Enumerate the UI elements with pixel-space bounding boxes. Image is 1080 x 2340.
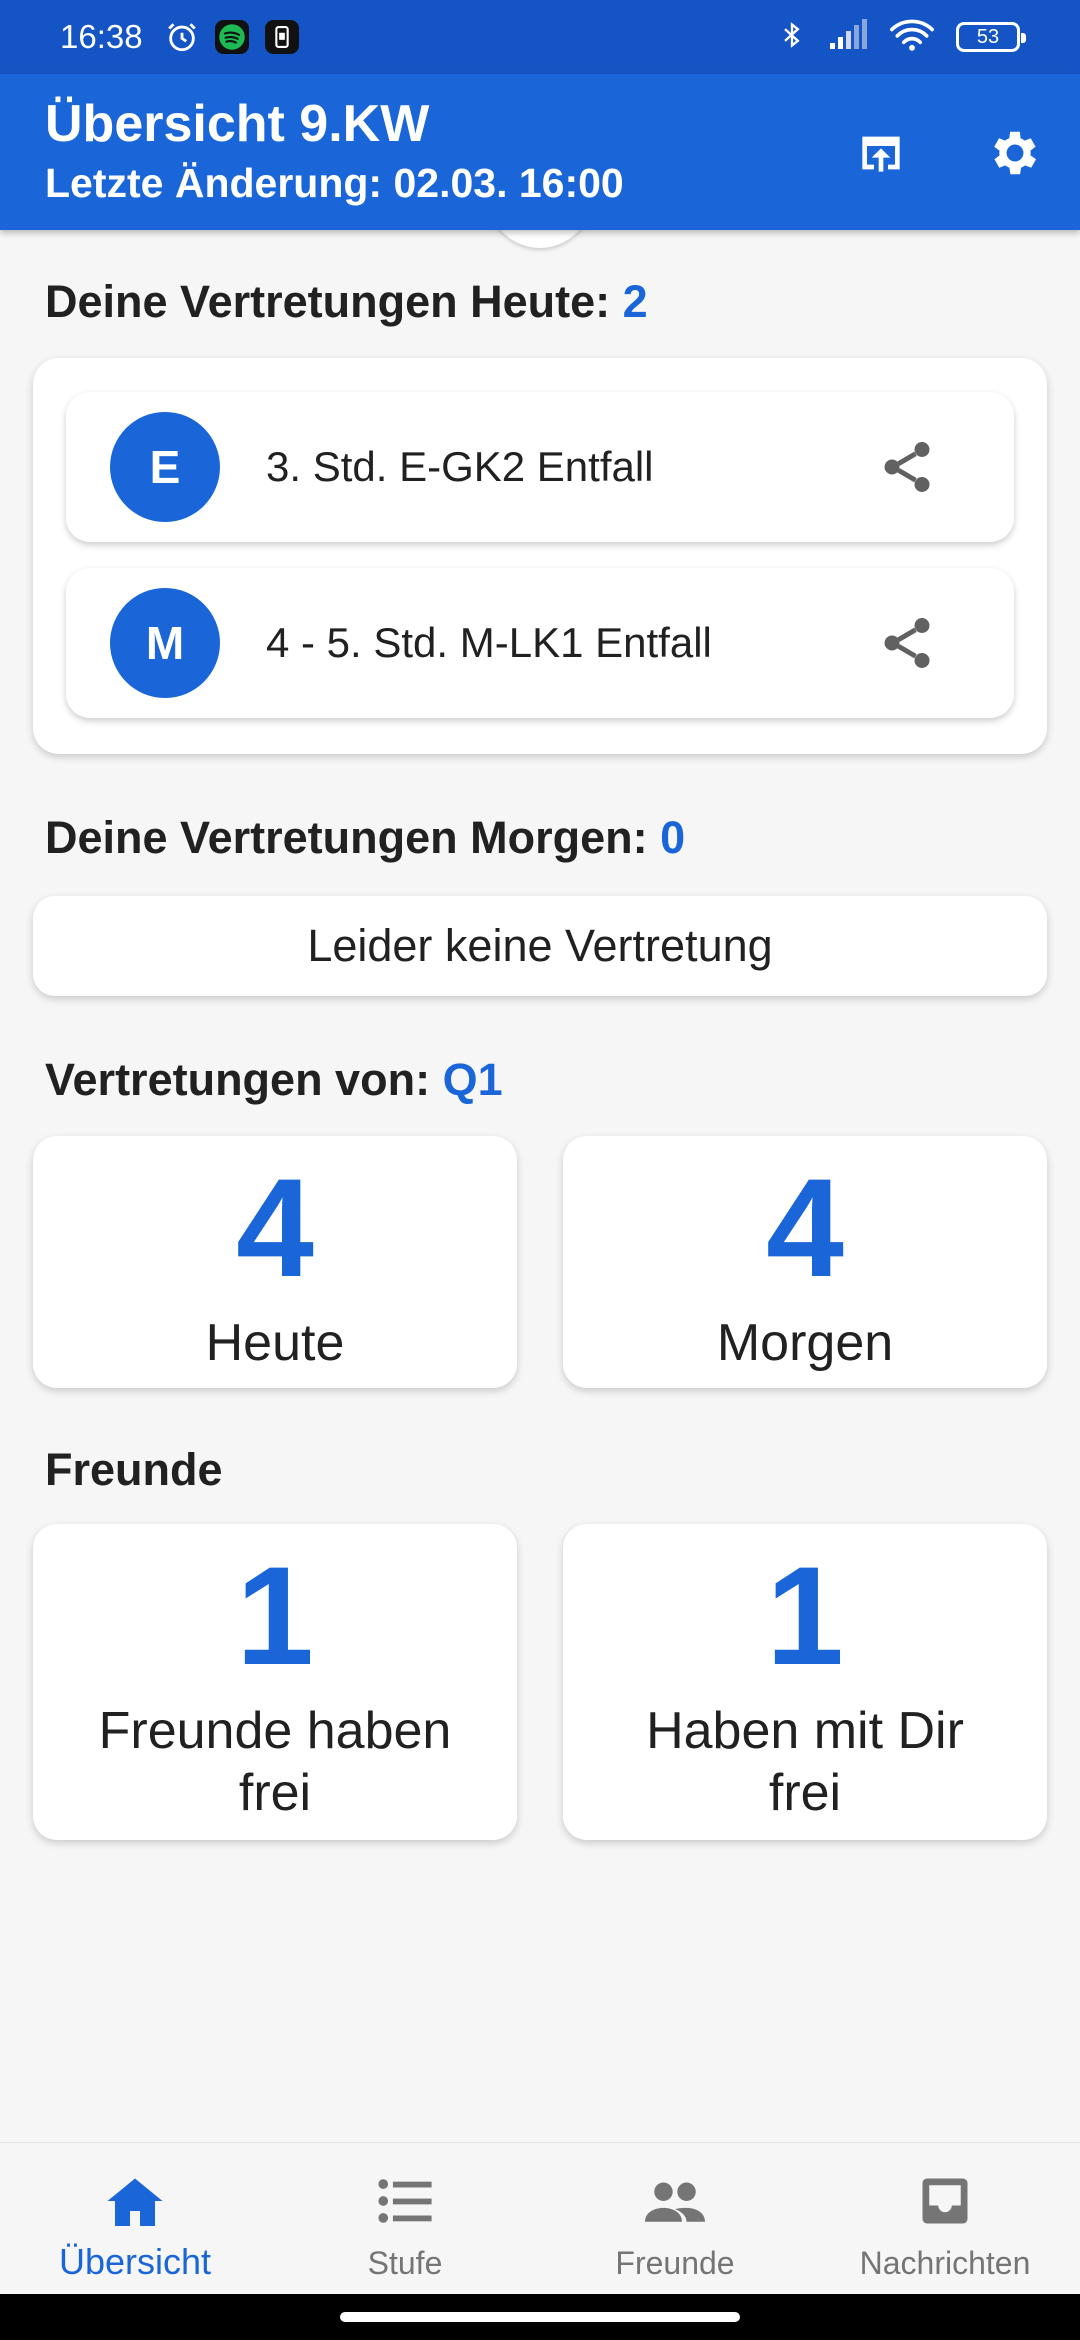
- people-icon: [645, 2171, 705, 2231]
- free-with-you-label: Haben mit Dir frei: [646, 1702, 964, 1822]
- gesture-bar: [0, 2294, 1080, 2340]
- grade-name: Q1: [442, 1054, 503, 1105]
- settings-button[interactable]: [980, 118, 1050, 188]
- gear-icon: [994, 131, 1037, 175]
- grade-today-card[interactable]: 4 Heute: [33, 1136, 517, 1388]
- friends-free-card[interactable]: 1 Freunde haben frei: [33, 1524, 517, 1840]
- status-time: 16:38: [60, 18, 143, 55]
- bluetooth-icon: [778, 18, 806, 57]
- nav-item-friends[interactable]: Freunde: [540, 2143, 810, 2294]
- app-bar: Übersicht 9.KW Letzte Änderung: 02.03. 1…: [0, 74, 1080, 230]
- share-icon: [884, 618, 930, 668]
- free-with-you-card[interactable]: 1 Haben mit Dir frei: [563, 1524, 1047, 1840]
- share-button[interactable]: [872, 432, 942, 502]
- signal-icon: [828, 18, 868, 56]
- share-icon: [884, 442, 930, 492]
- nav-label: Nachrichten: [859, 2245, 1031, 2281]
- home-gesture-handle[interactable]: [340, 2312, 740, 2322]
- substitution-entry[interactable]: M 4 - 5. Std. M-LK1 Entfall: [66, 568, 1014, 718]
- nav-item-messages[interactable]: Nachrichten: [810, 2143, 1080, 2294]
- free-with-you-count: 1: [766, 1537, 844, 1694]
- status-bar: 16:38 53: [0, 0, 1080, 74]
- nav-label: Freunde: [615, 2245, 735, 2281]
- grade-heading: Vertretungen von: Q1: [45, 1054, 503, 1106]
- list-icon: [375, 2171, 435, 2231]
- grade-tomorrow-count: 4: [766, 1149, 844, 1306]
- substitution-text: 4 - 5. Std. M-LK1 Entfall: [266, 619, 712, 666]
- grade-today-label: Heute: [205, 1314, 345, 1372]
- friends-free-label: Freunde haben frei: [98, 1702, 452, 1822]
- today-heading-label: Deine Vertretungen Heute:: [45, 276, 611, 327]
- spotify-icon: [214, 20, 249, 54]
- grade-tomorrow-label: Morgen: [716, 1314, 894, 1372]
- grade-heading-label: Vertretungen von:: [45, 1054, 431, 1105]
- today-count: 2: [622, 276, 648, 327]
- app-notification-icon: [264, 20, 299, 54]
- substitution-entry[interactable]: E 3. Std. E-GK2 Entfall: [66, 392, 1014, 542]
- grade-today-count: 4: [236, 1149, 314, 1306]
- nav-item-overview[interactable]: Übersicht: [0, 2143, 270, 2294]
- last-change-text: Letzte Änderung: 02.03. 16:00: [45, 160, 624, 206]
- friends-heading-label: Freunde: [45, 1444, 223, 1495]
- subject-avatar: E: [110, 412, 220, 522]
- subject-avatar: M: [110, 588, 220, 698]
- share-button[interactable]: [872, 608, 942, 678]
- substitution-text: 3. Std. E-GK2 Entfall: [266, 443, 654, 490]
- tomorrow-count: 0: [660, 812, 686, 863]
- nav-item-grade[interactable]: Stufe: [270, 2143, 540, 2294]
- nav-label: Übersicht: [58, 2241, 212, 2282]
- no-substitution-text: Leider keine Vertretung: [307, 920, 773, 971]
- no-substitution-card: Leider keine Vertretung: [33, 896, 1047, 996]
- bottom-navigation: Übersicht Stufe Freunde Nachrichten: [0, 2142, 1080, 2294]
- tomorrow-heading-label: Deine Vertretungen Morgen:: [45, 812, 648, 863]
- tomorrow-heading: Deine Vertretungen Morgen: 0: [45, 812, 685, 864]
- nav-label: Stufe: [367, 2245, 443, 2281]
- open-in-browser-icon: [862, 136, 900, 172]
- alarm-icon: [165, 20, 199, 54]
- grade-tomorrow-card[interactable]: 4 Morgen: [563, 1136, 1047, 1388]
- inbox-icon: [915, 2171, 975, 2231]
- today-heading: Deine Vertretungen Heute: 2: [45, 276, 648, 328]
- battery-indicator: 53: [956, 22, 1026, 52]
- battery-level: 53: [976, 25, 1000, 48]
- home-icon: [105, 2171, 165, 2231]
- wifi-icon: [890, 18, 934, 57]
- page-title: Übersicht 9.KW: [45, 95, 430, 153]
- friends-free-count: 1: [236, 1537, 314, 1694]
- friends-heading: Freunde: [45, 1444, 223, 1496]
- open-in-browser-button[interactable]: [846, 118, 916, 188]
